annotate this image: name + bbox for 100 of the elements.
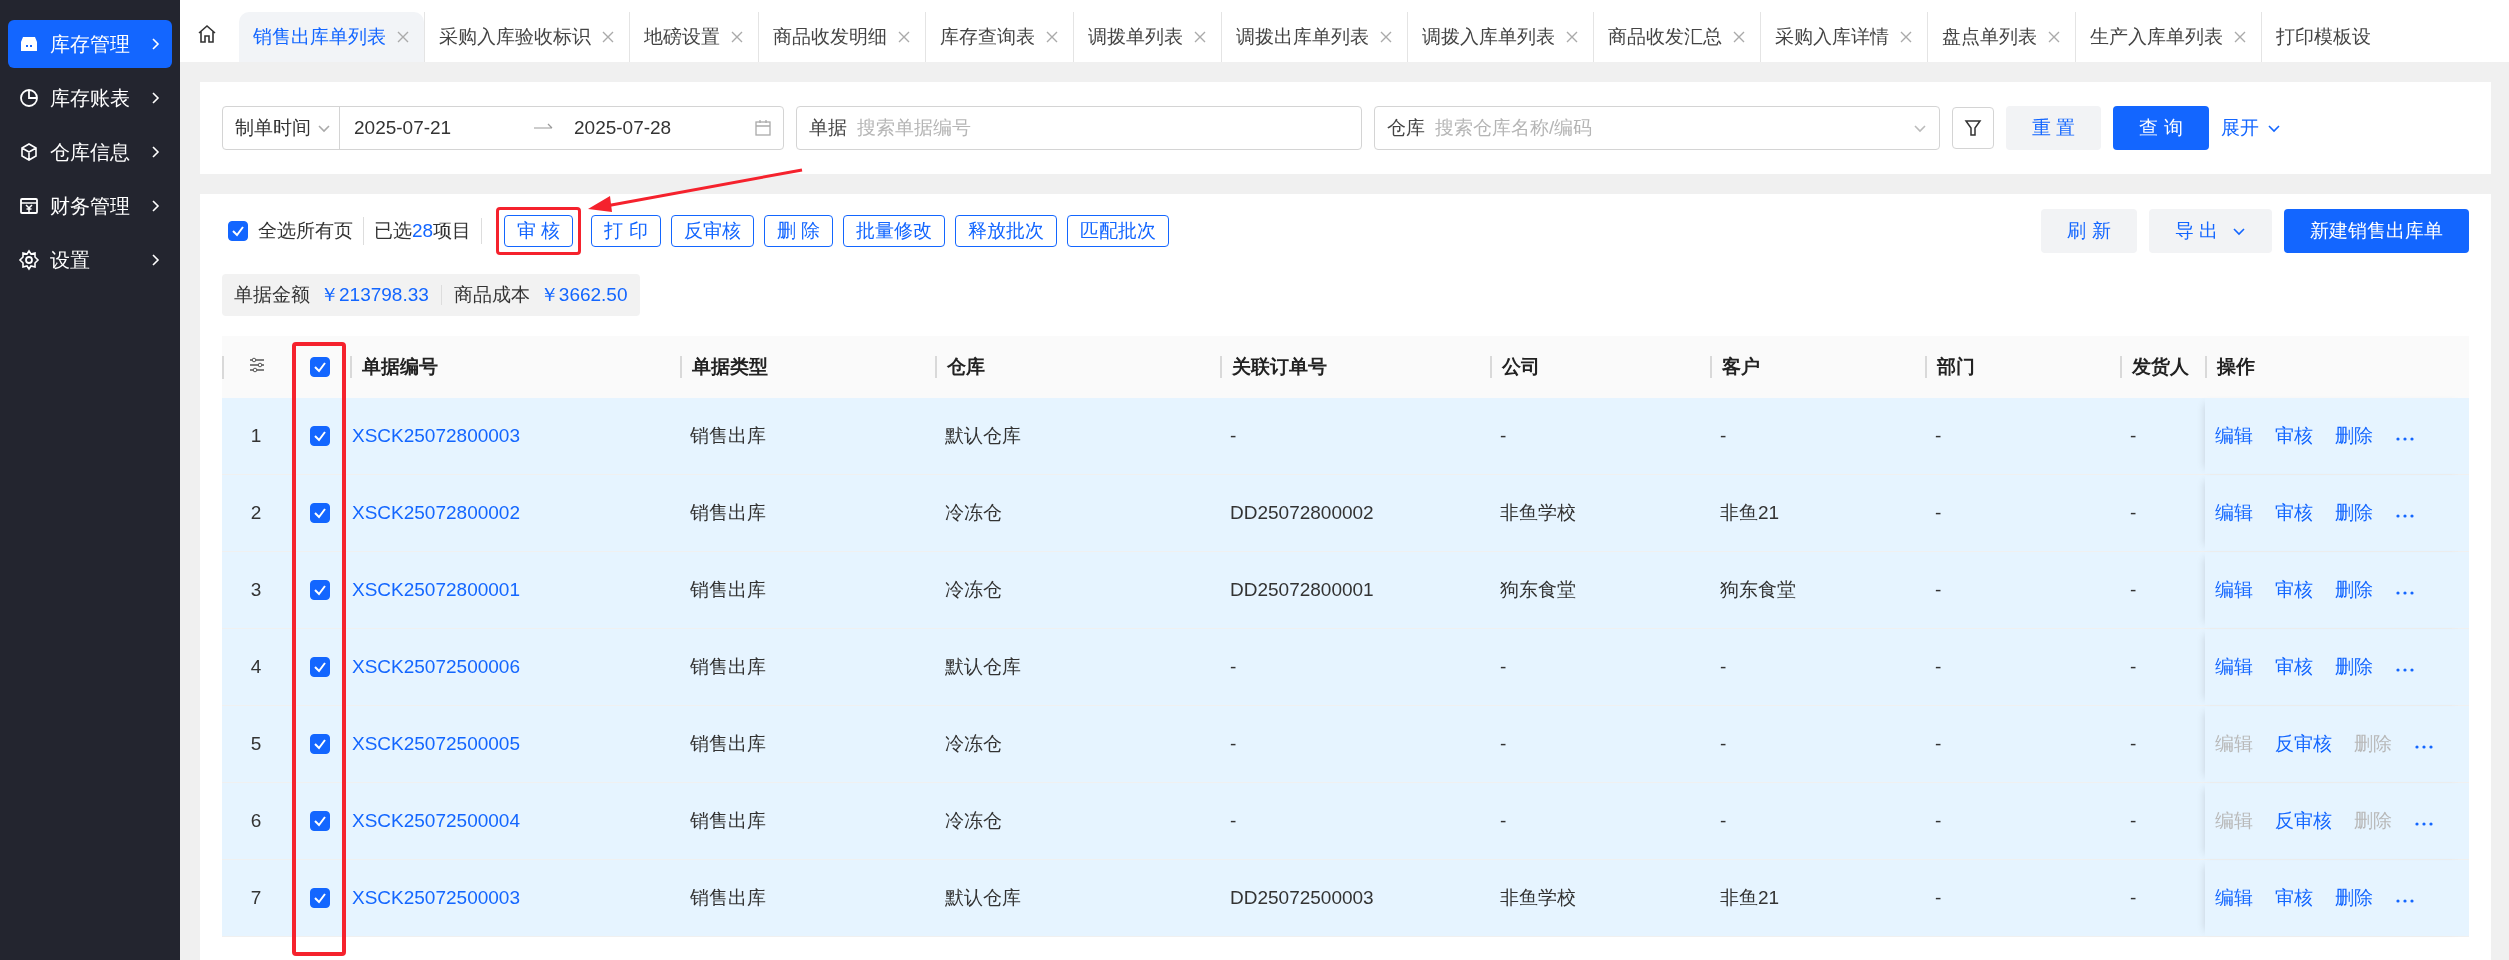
sidebar-item[interactable]: 设置 (8, 236, 172, 284)
checkbox[interactable] (228, 221, 248, 241)
table-cell-text: DD25072800001 (1229, 579, 1375, 601)
table-cell-text: 销售出库 (689, 732, 767, 756)
reset-button[interactable]: 重 置 (2006, 106, 2102, 150)
tab[interactable]: 销售出库单列表 (239, 12, 424, 62)
action-button[interactable]: 打 印 (591, 215, 661, 247)
action-button[interactable]: 审 核 (504, 215, 574, 247)
checkbox[interactable] (310, 811, 330, 831)
document-link[interactable]: XSCK25072800003 (350, 425, 680, 447)
row-number: 3 (249, 579, 263, 601)
action-button[interactable]: 释放批次 (955, 215, 1057, 247)
pie-chart-icon (18, 87, 40, 109)
row-action-link[interactable]: 审核 (2275, 577, 2313, 603)
filter-button[interactable] (1952, 107, 1994, 149)
table-cell-text: - (1934, 733, 1943, 755)
checkbox[interactable] (310, 888, 330, 908)
check-icon (313, 360, 327, 374)
row-action-link[interactable]: 删除 (2335, 423, 2373, 449)
row-action-link[interactable]: 删除 (2335, 500, 2373, 526)
table-cell-text: - (1499, 810, 1508, 832)
row-action-link[interactable]: 编辑 (2215, 654, 2253, 680)
sidebar-item[interactable]: 仓库信息 (8, 128, 172, 176)
table-cell-text: - (1229, 810, 1238, 832)
column-header: 关联订单号 (1220, 356, 1490, 378)
row-action-link[interactable]: 编辑 (2215, 500, 2253, 526)
warehouse-select[interactable]: 仓库 搜索仓库名称/编码 (1374, 106, 1940, 150)
action-button[interactable]: 匹配批次 (1067, 215, 1169, 247)
refresh-button[interactable]: 刷 新 (2041, 209, 2137, 253)
table-cell-text: 默认仓库 (944, 655, 1022, 679)
table-cell-text: 非鱼21 (1719, 501, 1781, 525)
close-icon (601, 30, 615, 44)
date-type-select[interactable]: 制单时间 (223, 107, 340, 149)
action-button[interactable]: 删 除 (763, 215, 833, 247)
row-action-link[interactable]: 审核 (2275, 500, 2313, 526)
close-icon (897, 30, 911, 44)
check-icon (313, 660, 327, 674)
start-date-field[interactable]: 2025-07-21 (354, 117, 534, 139)
checkbox[interactable] (310, 357, 330, 377)
row-action-link[interactable]: 编辑 (2215, 885, 2253, 911)
sidebar-item[interactable]: 财务管理 (8, 182, 172, 230)
expand-link[interactable]: 展开 (2220, 115, 2281, 141)
table-cell-text: 销售出库 (689, 809, 767, 833)
close-icon (1732, 30, 1746, 44)
end-date-field[interactable]: 2025-07-28 (574, 117, 754, 139)
column-header: 发货人 (2120, 356, 2205, 378)
table-row[interactable]: 1 XSCK25072800003 销售出库 默认仓库 - - - - - 编辑 审核 删除 (222, 398, 2469, 475)
document-link[interactable]: XSCK25072500003 (350, 887, 680, 909)
row-action-link[interactable]: 审核 (2275, 654, 2313, 680)
table-cell-text: - (1934, 887, 1943, 909)
close-icon (1379, 30, 1393, 44)
row-action-link[interactable]: 审核 (2275, 885, 2313, 911)
new-button[interactable]: 新建销售出库单 (2284, 209, 2469, 253)
table-cell-text: 冷冻仓 (944, 809, 1003, 833)
row-action-link[interactable]: 编辑 (2215, 577, 2253, 603)
table-cell-text: 销售出库 (689, 501, 767, 525)
row-action-link[interactable]: 删除 (2335, 577, 2373, 603)
table-cell-text: 非鱼学校 (1499, 886, 1577, 910)
table-row[interactable]: 2 XSCK25072800002 销售出库 冷冻仓 DD25072800002 非鱼学校 非鱼21 - - 编辑 审核 删除 (222, 475, 2469, 552)
document-search-field[interactable]: 单据 搜索单据编号 (796, 106, 1362, 150)
search-button[interactable]: 查 询 (2113, 106, 2209, 150)
column-header: 仓库 (935, 356, 1220, 378)
table-cell-text: - (1934, 425, 1943, 447)
sidebar-item[interactable]: 库存账表 (8, 74, 172, 122)
row-action-link[interactable]: 审核 (2275, 423, 2313, 449)
table-cell-text: - (1229, 425, 1238, 447)
summary-item: 商品成本 ￥3662.50 (453, 283, 628, 307)
row-action-link[interactable]: 反审核 (2275, 808, 2332, 834)
table-cell-text: 销售出库 (689, 655, 767, 679)
checkbox[interactable] (310, 426, 330, 446)
close-icon (1193, 30, 1207, 44)
action-button[interactable]: 反审核 (670, 215, 754, 247)
table-row[interactable]: 4 XSCK25072500006 销售出库 默认仓库 - - - - - 编辑 审核 删除 (222, 629, 2469, 706)
table-cell-text: - (1719, 733, 1728, 755)
document-link[interactable]: XSCK25072800002 (350, 502, 680, 524)
table-row[interactable]: 3 XSCK25072800001 销售出库 冷冻仓 DD25072800001 狗东食堂 狗东食堂 - - 编辑 审核 删除 (222, 552, 2469, 629)
document-link[interactable]: XSCK25072800001 (350, 579, 680, 601)
row-action-link[interactable]: 反审核 (2275, 731, 2332, 757)
table-cell-text: - (2129, 579, 2138, 601)
row-number: 6 (249, 810, 263, 832)
document-link[interactable]: XSCK25072500006 (350, 656, 680, 678)
checkbox[interactable] (310, 734, 330, 754)
row-action-link[interactable]: 编辑 (2215, 423, 2253, 449)
row-action-link[interactable]: 删除 (2335, 654, 2373, 680)
select-all-checkbox[interactable]: 全选所有页 (222, 217, 364, 245)
table-cell-text: 狗东食堂 (1499, 578, 1577, 602)
action-button[interactable]: 批量修改 (843, 215, 945, 247)
document-link[interactable]: XSCK25072500005 (350, 733, 680, 755)
checkbox[interactable] (310, 503, 330, 523)
table-cell-text: 销售出库 (689, 886, 767, 910)
checkbox[interactable] (310, 657, 330, 677)
row-action-link[interactable]: 删除 (2335, 885, 2373, 911)
filter-icon (1963, 118, 1983, 138)
export-button[interactable]: 导 出 (2148, 209, 2272, 253)
close-icon (730, 30, 744, 44)
document-link[interactable]: XSCK25072500004 (350, 810, 680, 832)
check-icon (231, 224, 245, 238)
table-row[interactable]: 7 XSCK25072500003 销售出库 默认仓库 DD25072500003 非鱼学校 非鱼21 - - 编辑 审核 删除 (222, 860, 2469, 937)
sidebar-item[interactable]: 库存管理 (8, 20, 172, 68)
checkbox[interactable] (310, 580, 330, 600)
